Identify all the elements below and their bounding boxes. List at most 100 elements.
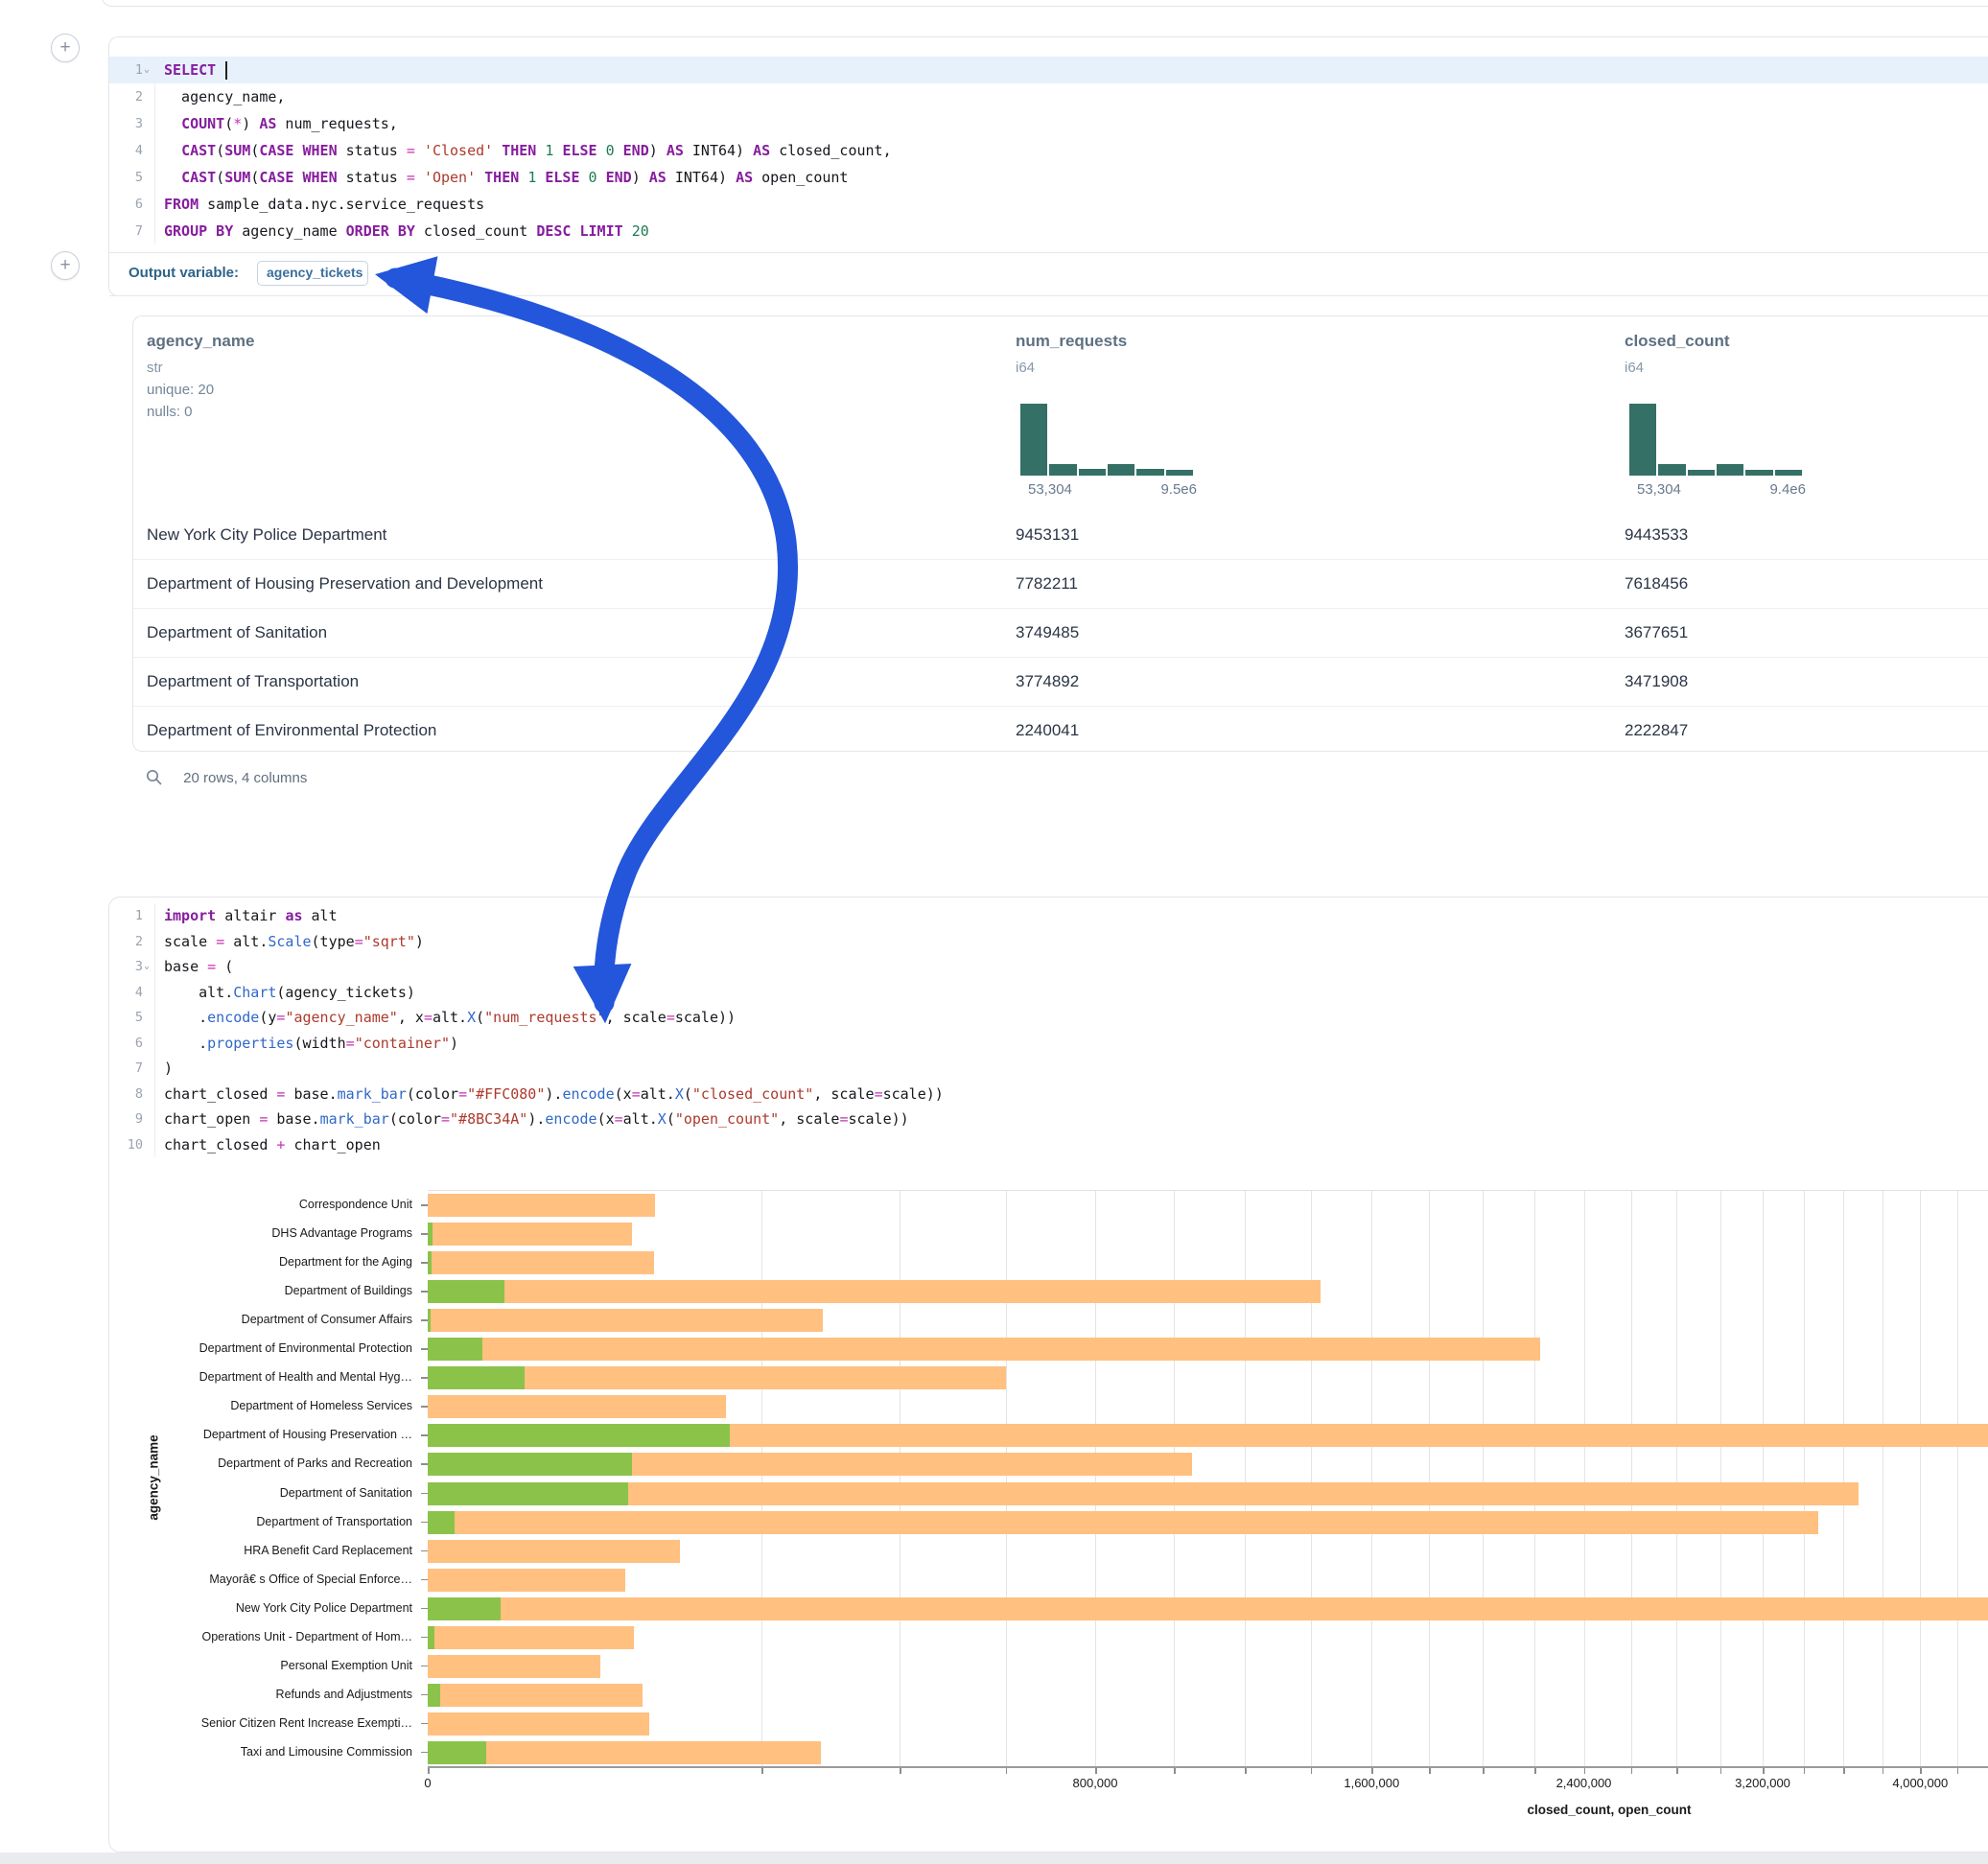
table-row[interactable]: New York City Police Department 9453131 94… — [133, 511, 1988, 559]
code-line[interactable]: 7GROUP BY agency_name ORDER BY closed_co… — [109, 218, 1988, 245]
x-tick — [900, 1768, 901, 1774]
x-axis-label: 800,000 — [1073, 1776, 1118, 1790]
gridline — [1843, 1191, 1844, 1767]
text-cursor — [225, 61, 227, 80]
table-body: New York City Police Department 9453131 94… — [133, 511, 1988, 755]
table-cell: 9443533 — [1625, 511, 1688, 559]
gridline — [1429, 1191, 1430, 1767]
result-table-card: agency_name str unique: 20 nulls: 0 num_… — [132, 315, 1988, 752]
x-tick — [1174, 1768, 1176, 1774]
python-cell: 1import altair as alt2scale = alt.Scale(… — [108, 897, 1988, 1852]
line-number: 1 — [109, 903, 155, 929]
code-line[interactable]: 5 .encode(y="agency_name", x=alt.X("num_… — [109, 1005, 1988, 1031]
table-row[interactable]: Department of Sanitation37494853677651 — [133, 608, 1988, 657]
closed_count-bar — [428, 1684, 643, 1707]
x-tick — [1095, 1768, 1097, 1774]
line-number: 5 — [109, 164, 155, 191]
column-name: closed_count — [1625, 316, 1730, 351]
gridline — [1245, 1191, 1246, 1767]
code-line[interactable]: 3 COUNT(*) AS num_requests, — [109, 110, 1988, 137]
open_count-bar — [428, 1684, 440, 1707]
y-tick — [421, 1694, 428, 1696]
sql-cell: 1⌄SELECT 2 agency_name,3 COUNT(*) AS num… — [108, 36, 1988, 296]
code-line[interactable]: 10chart_closed + chart_open — [109, 1132, 1988, 1158]
y-axis-label: Refunds and Adjustments — [109, 1680, 412, 1709]
code-line[interactable]: 1⌄SELECT — [109, 57, 1988, 83]
y-axis-label: Department of Environmental Protection — [109, 1334, 412, 1363]
chevron-down-icon[interactable]: ⌄ — [144, 954, 150, 980]
notebook-page: + + 1⌄SELECT 2 agency_name,3 COUNT(*) AS… — [0, 0, 1988, 1864]
table-row[interactable]: Department of Transportation377489234719… — [133, 657, 1988, 706]
histogram-bar — [1629, 404, 1656, 476]
y-axis-label: New York City Police Department — [109, 1594, 412, 1622]
table-cell: 7618456 — [1625, 560, 1688, 608]
gridline — [1763, 1191, 1764, 1767]
line-number: 7 — [109, 1056, 155, 1082]
column-type: str — [147, 351, 254, 376]
line-number: 2 — [109, 929, 155, 955]
code-line[interactable]: 6FROM sample_data.nyc.service_requests — [109, 191, 1988, 218]
code-line[interactable]: 2scale = alt.Scale(type="sqrt") — [109, 929, 1988, 955]
add-cell-button-top[interactable]: + — [51, 34, 80, 62]
python-code-editor[interactable]: 1import altair as alt2scale = alt.Scale(… — [109, 903, 1988, 1157]
closed_count-bar — [428, 1309, 823, 1332]
table-cell: New York City Police Department — [147, 511, 386, 559]
code-line[interactable]: 4 alt.Chart(agency_tickets) — [109, 980, 1988, 1006]
column-name: agency_name — [147, 316, 254, 351]
column-header-agency-name[interactable]: agency_name str unique: 20 nulls: 0 — [147, 316, 254, 420]
y-tick — [421, 1666, 428, 1667]
code-line[interactable]: 1import altair as alt — [109, 903, 1988, 929]
code-line[interactable]: 9chart_open = base.mark_bar(color="#8BC3… — [109, 1107, 1988, 1132]
x-tick — [1720, 1768, 1722, 1774]
closed_count-bar — [428, 1626, 634, 1649]
line-number: 8 — [109, 1082, 155, 1107]
table-row[interactable]: Department of Housing Preservation and D… — [133, 559, 1988, 608]
open_count-bar — [428, 1223, 433, 1246]
closed_count-bar — [428, 1482, 1859, 1505]
y-tick — [421, 1291, 428, 1293]
y-axis-label: Department of Transportation — [109, 1507, 412, 1536]
output-variable-pill[interactable]: agency_tickets — [257, 261, 368, 286]
histogram-bar — [1745, 470, 1772, 476]
column-header-closed-count[interactable]: closed_count i64 53,304 9.4e6 — [1625, 316, 1730, 376]
table-row[interactable]: Department of Environmental Protection22… — [133, 706, 1988, 755]
table-cell: Department of Housing Preservation and D… — [147, 560, 543, 608]
sql-code-editor[interactable]: 1⌄SELECT 2 agency_name,3 COUNT(*) AS num… — [109, 57, 1988, 245]
code-line[interactable]: 5 CAST(SUM(CASE WHEN status = 'Open' THE… — [109, 164, 1988, 191]
closed_count-bar — [428, 1713, 649, 1736]
table-cell: 9453131 — [1016, 511, 1079, 559]
open_count-bar — [428, 1280, 504, 1303]
code-line[interactable]: 7) — [109, 1056, 1988, 1082]
histogram-bar — [1775, 470, 1802, 476]
y-tick — [421, 1434, 428, 1436]
y-tick — [421, 1752, 428, 1754]
x-axis-label: 2,400,000 — [1556, 1776, 1612, 1790]
histogram-min-label: 53,304 — [1637, 481, 1681, 498]
code-line[interactable]: 2 agency_name, — [109, 83, 1988, 110]
histogram-bar — [1079, 469, 1106, 476]
closed_count-bar — [428, 1338, 1540, 1361]
gridline — [1174, 1191, 1175, 1767]
next-cell-edge — [0, 1852, 1988, 1864]
table-cell: 3774892 — [1016, 658, 1079, 706]
open_count-bar — [428, 1626, 434, 1649]
code-line[interactable]: 8chart_closed = base.mark_bar(color="#FF… — [109, 1082, 1988, 1107]
y-axis-label: Correspondence Unit — [109, 1190, 412, 1219]
chart-plot-area — [428, 1190, 1988, 1767]
search-icon[interactable] — [146, 769, 162, 785]
y-axis-label: Department of Homeless Services — [109, 1391, 412, 1420]
code-line[interactable]: 4 CAST(SUM(CASE WHEN status = 'Closed' T… — [109, 137, 1988, 164]
histogram-bar — [1166, 470, 1193, 476]
gridline — [1095, 1191, 1096, 1767]
column-header-num-requests[interactable]: num_requests i64 53,304 9.5e6 — [1016, 316, 1127, 376]
histogram-bar — [1688, 470, 1715, 476]
add-cell-button-middle[interactable]: + — [51, 251, 80, 280]
y-axis-label: Department of Buildings — [109, 1276, 412, 1305]
code-line[interactable]: 3⌄base = ( — [109, 954, 1988, 980]
code-line[interactable]: 6 .properties(width="container") — [109, 1031, 1988, 1057]
x-tick — [1584, 1768, 1586, 1774]
chevron-down-icon[interactable]: ⌄ — [144, 57, 150, 83]
output-variable-row: Output variable: agency_tickets — [109, 252, 1988, 296]
closed_count-bar — [428, 1741, 821, 1764]
y-axis-label: Personal Exemption Unit — [109, 1651, 412, 1680]
